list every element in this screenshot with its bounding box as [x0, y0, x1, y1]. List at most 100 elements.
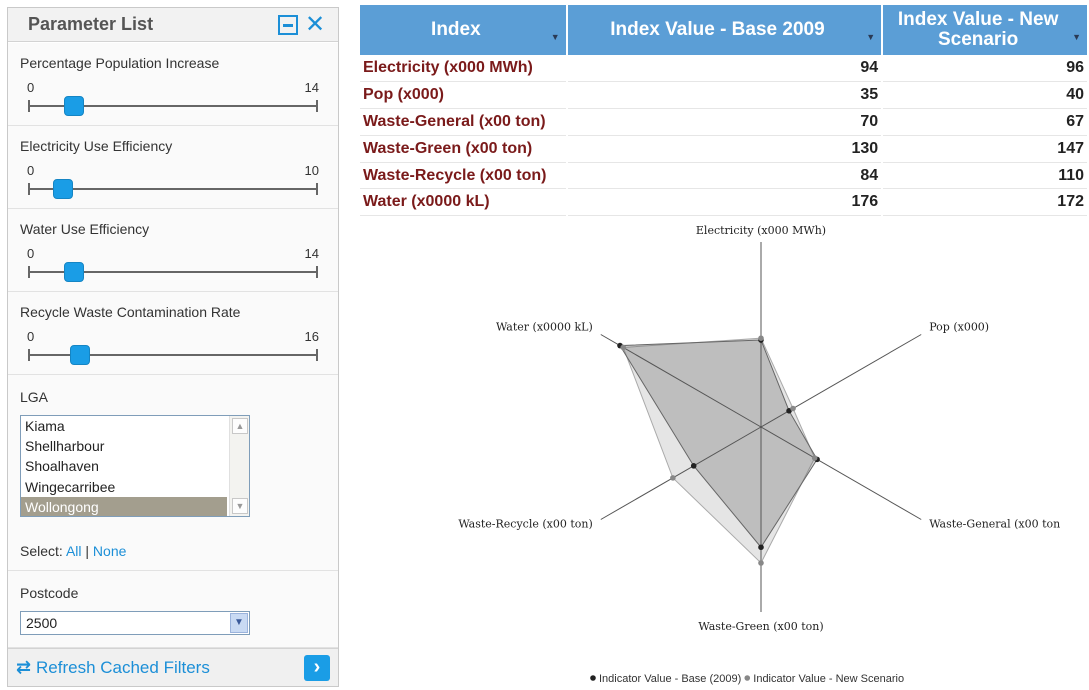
slider-section-water: Water Use Efficiency 0 14	[8, 209, 338, 292]
legend-marker	[744, 675, 751, 681]
data-point-series-0	[690, 463, 697, 469]
table-row: Electricity (x000 MWh) 94 96	[360, 55, 1089, 83]
data-point-series-1	[811, 455, 818, 461]
radar-axis-label: Waste-General (x00 ton	[929, 518, 1060, 531]
sort-arrow-icon[interactable]: ▼	[1072, 27, 1081, 47]
slider-max: 16	[304, 329, 319, 344]
postcode-section: Postcode 2500 ▼	[8, 571, 338, 648]
index-cell: Waste-Green (x00 ton)	[360, 135, 568, 163]
base-value-cell: 94	[566, 55, 884, 83]
slider-label: Percentage Population Increase	[20, 55, 220, 71]
select-row: Select: All | None	[20, 543, 126, 559]
legend-label: Indicator Value - Base (2009)	[599, 673, 741, 685]
radar-axis-label: Water (x0000 kL)	[496, 321, 593, 334]
slider-label: Water Use Efficiency	[20, 221, 150, 237]
chevron-right-icon[interactable]: ›	[304, 655, 330, 681]
column-header-label: Index Value - New Scenario	[897, 9, 1059, 50]
lga-item-kiama[interactable]: Kiama	[21, 416, 227, 436]
minimize-icon[interactable]	[278, 15, 298, 35]
slider-handle-population[interactable]	[64, 96, 85, 116]
select-none-link[interactable]: None	[93, 543, 126, 559]
index-cell: Pop (x000)	[360, 81, 568, 110]
column-header-scenario[interactable]: Index Value - New Scenario ▼	[882, 5, 1089, 55]
refresh-bar: ⇄ Refresh Cached Filters ›	[8, 648, 338, 686]
postcode-label: Postcode	[20, 585, 79, 601]
index-cell: Waste-General (x00 ton)	[360, 108, 568, 136]
slider-max: 14	[304, 80, 319, 95]
close-icon[interactable]: ✕	[304, 12, 326, 36]
slider-handle-water[interactable]	[64, 262, 85, 282]
data-point-series-1	[758, 335, 764, 341]
scroll-down-icon[interactable]: ▼	[232, 498, 248, 514]
lga-listbox[interactable]: Kiama Shellharbour Shoalhaven Wingecarri…	[20, 415, 250, 517]
radar-axis-line	[760, 334, 922, 428]
base-value-cell: 84	[566, 162, 884, 190]
data-point-series-0	[758, 544, 764, 551]
radar-chart: Electricity (x000 MWh) Pop (x000) Waste-Ge…	[458, 224, 1060, 685]
slider-min: 0	[27, 163, 35, 178]
lga-item-shellharbour[interactable]: Shellharbour	[21, 436, 227, 456]
select-prefix: Select:	[20, 543, 63, 559]
select-all-link[interactable]: All	[66, 543, 82, 559]
lga-scrollbar[interactable]: ▲ ▼	[229, 416, 249, 516]
postcode-select[interactable]: 2500 ▼	[20, 611, 250, 635]
lga-item-wingecarribee[interactable]: Wingecarribee	[21, 477, 227, 497]
panel-title: Parameter List	[28, 14, 154, 34]
column-header-index[interactable]: Index ▼	[360, 5, 568, 55]
scenario-value-cell: 40	[882, 81, 1089, 110]
table-row: Water (x0000 kL) 176 172	[360, 188, 1089, 217]
refresh-icon[interactable]: ⇄	[16, 657, 31, 678]
table-row: Waste-Green (x00 ton) 130 147	[360, 135, 1089, 163]
base-value-cell: 70	[566, 108, 884, 136]
radar-axis-label: Waste-Recycle (x00 ton)	[458, 518, 592, 531]
slider-min: 0	[27, 80, 35, 95]
slider-label: Electricity Use Efficiency	[20, 138, 173, 154]
lga-item-wollongong[interactable]: Wollongong	[21, 496, 227, 516]
slider-min: 0	[27, 246, 35, 261]
scenario-value-cell: 172	[882, 188, 1089, 217]
chevron-down-icon[interactable]: ▼	[230, 613, 248, 633]
index-cell: Waste-Recycle (x00 ton)	[360, 162, 568, 190]
sort-arrow-icon[interactable]: ▼	[551, 27, 560, 47]
slider-max: 14	[304, 246, 319, 261]
radar-axis-label: Electricity (x000 MWh)	[696, 224, 826, 237]
column-header-base[interactable]: Index Value - Base 2009 ▼	[566, 5, 884, 55]
lga-item-shoalhaven[interactable]: Shoalhaven	[21, 456, 227, 476]
base-value-cell: 176	[566, 188, 884, 217]
scenario-value-cell: 96	[882, 55, 1089, 83]
index-table: Index ▼ Index Value - Base 2009 ▼ Index …	[360, 5, 1089, 217]
slider-section-recycle: Recycle Waste Contamination Rate 0 16	[8, 292, 338, 375]
legend-marker	[590, 675, 596, 681]
slider-label: Recycle Waste Contamination Rate	[20, 304, 241, 320]
scenario-value-cell: 147	[882, 135, 1089, 163]
index-cell: Electricity (x000 MWh)	[360, 55, 568, 83]
postcode-value: 2500	[26, 615, 58, 631]
base-value-cell: 35	[566, 81, 884, 110]
panel-header: Parameter List ✕	[8, 8, 338, 42]
data-point-series-1	[620, 344, 627, 351]
table-row: Pop (x000) 35 40	[360, 81, 1089, 110]
scroll-up-icon[interactable]: ▲	[232, 418, 248, 434]
parameter-panel: Parameter List ✕ Percentage Population I…	[7, 7, 339, 687]
index-cell: Water (x0000 kL)	[360, 188, 568, 217]
radar-axis-label: Waste-Green (x00 ton)	[698, 620, 823, 633]
lga-section: LGA Kiama Shellharbour Shoalhaven Wingec…	[8, 375, 338, 571]
table-row: Waste-General (x00 ton) 70 67	[360, 108, 1089, 136]
slider-handle-electricity[interactable]	[52, 179, 73, 199]
data-point-series-1	[790, 405, 796, 412]
table-row: Waste-Recycle (x00 ton) 84 110	[360, 162, 1089, 190]
slider-section-electricity: Electricity Use Efficiency 0 10	[8, 126, 338, 209]
scenario-value-cell: 110	[882, 162, 1089, 190]
data-point-series-1	[670, 475, 676, 481]
refresh-cached-filters-link[interactable]: Refresh Cached Filters	[36, 658, 210, 678]
sort-arrow-icon[interactable]: ▼	[866, 27, 875, 47]
base-value-cell: 130	[566, 135, 884, 163]
data-point-series-1	[758, 560, 764, 566]
radar-axis-label: Pop (x000)	[929, 321, 989, 334]
select-separator: |	[85, 543, 90, 559]
slider-max: 10	[304, 163, 319, 178]
column-header-label: Index Value - Base 2009	[610, 19, 825, 40]
legend-label: Indicator Value - New Scenario	[753, 673, 904, 685]
slider-handle-recycle[interactable]	[70, 345, 91, 365]
lga-label: LGA	[20, 389, 49, 405]
